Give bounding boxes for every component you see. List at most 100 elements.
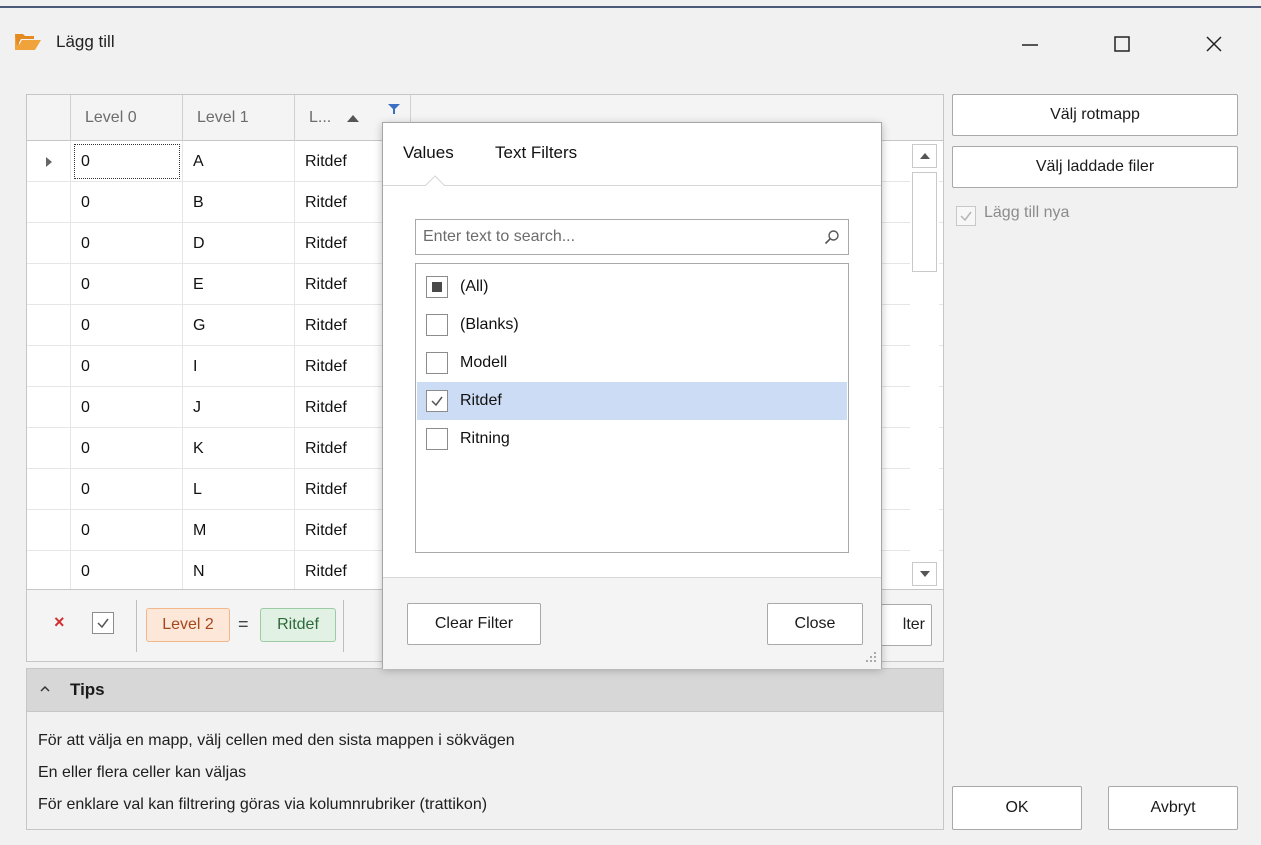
grid-cell-level-1[interactable]: A bbox=[183, 141, 295, 182]
grid-cell-level-0[interactable]: 0 bbox=[71, 551, 183, 589]
row-indicator bbox=[27, 510, 71, 551]
grid-cell-level-1[interactable]: L bbox=[183, 469, 295, 510]
filter-value-label: (All) bbox=[460, 278, 489, 295]
checkmark-icon bbox=[960, 211, 972, 222]
column-header-level-0[interactable]: Level 0 bbox=[71, 95, 183, 141]
filter-value-checkbox[interactable] bbox=[426, 314, 448, 336]
cancel-button[interactable]: Avbryt bbox=[1108, 786, 1238, 830]
choose-root-folder-button[interactable]: Välj rotmapp bbox=[952, 94, 1238, 136]
grid-cell-level-0[interactable]: 0 bbox=[71, 510, 183, 551]
tip-line: För att välja en mapp, välj cellen med d… bbox=[38, 732, 515, 749]
grid-cell-level-1[interactable]: G bbox=[183, 305, 295, 346]
filter-value-item[interactable]: Modell bbox=[417, 344, 847, 382]
grid-cell-level-0[interactable]: 0 bbox=[71, 223, 183, 264]
minimize-button[interactable] bbox=[1006, 24, 1054, 64]
filter-value-label: Ritning bbox=[460, 430, 510, 447]
minimize-icon bbox=[1022, 44, 1038, 46]
row-indicator bbox=[27, 264, 71, 305]
row-indicator bbox=[27, 305, 71, 346]
tip-line: En eller flera celler kan väljas bbox=[38, 764, 247, 781]
filter-search-input[interactable] bbox=[423, 228, 813, 246]
grid-cell-level-1[interactable]: I bbox=[183, 346, 295, 387]
sort-ascending-icon bbox=[347, 115, 359, 122]
grid-cell-level-1[interactable]: J bbox=[183, 387, 295, 428]
scroll-thumb[interactable] bbox=[912, 172, 937, 272]
filter-value-item[interactable]: Ritning bbox=[417, 420, 847, 458]
add-new-label: Lägg till nya bbox=[984, 204, 1070, 221]
clear-filter-x-icon[interactable]: × bbox=[54, 612, 65, 633]
ok-button[interactable]: OK bbox=[952, 786, 1082, 830]
filter-funnel-icon[interactable] bbox=[388, 104, 400, 114]
current-row-arrow-icon bbox=[45, 156, 52, 167]
row-indicator bbox=[27, 346, 71, 387]
row-indicator bbox=[27, 551, 71, 589]
tips-title: Tips bbox=[70, 680, 105, 699]
grid-cell-level-1[interactable]: D bbox=[183, 223, 295, 264]
tip-line: För enklare val kan filtrering göras via… bbox=[38, 796, 488, 813]
tab-values[interactable]: Values bbox=[403, 143, 454, 163]
grid-cell-level-0[interactable]: 0 bbox=[71, 387, 183, 428]
maximize-icon bbox=[1114, 36, 1130, 52]
folder-open-icon bbox=[15, 34, 41, 50]
row-indicator bbox=[27, 428, 71, 469]
grid-cell-level-0[interactable]: 0 bbox=[71, 428, 183, 469]
close-window-button[interactable] bbox=[1190, 24, 1238, 64]
choose-loaded-files-button[interactable]: Välj laddade filer bbox=[952, 146, 1238, 188]
row-indicator bbox=[27, 223, 71, 264]
column-filter-popup: Values Text Filters (All) (Blanks) Modell R… bbox=[382, 122, 882, 669]
row-indicator-header bbox=[27, 95, 71, 141]
clear-filter-button[interactable]: Clear Filter bbox=[407, 603, 541, 645]
chevron-up-icon[interactable] bbox=[40, 684, 50, 694]
close-popup-button[interactable]: Close bbox=[767, 603, 863, 645]
filter-value-item[interactable]: (Blanks) bbox=[417, 306, 847, 344]
indeterminate-icon bbox=[432, 282, 442, 292]
row-indicator bbox=[27, 182, 71, 223]
vertical-scrollbar[interactable] bbox=[910, 142, 939, 588]
tips-header[interactable] bbox=[26, 668, 944, 712]
grid-cell-level-0[interactable]: 0 bbox=[71, 469, 183, 510]
filter-value-item[interactable]: (All) bbox=[417, 268, 847, 306]
filter-value-checkbox[interactable] bbox=[426, 276, 448, 298]
tab-divider bbox=[383, 185, 881, 186]
active-tab-caret bbox=[425, 175, 445, 187]
row-indicator bbox=[27, 469, 71, 510]
filter-value-checkbox[interactable] bbox=[426, 390, 448, 412]
window-title: Lägg till bbox=[56, 32, 115, 51]
grid-cell-level-0[interactable]: 0 bbox=[71, 346, 183, 387]
filter-value-label: Modell bbox=[460, 354, 508, 371]
triangle-down-icon bbox=[919, 571, 930, 577]
filter-field-chip[interactable]: Level 2 bbox=[146, 608, 230, 642]
checkmark-icon bbox=[431, 396, 443, 407]
maximize-button[interactable] bbox=[1098, 24, 1146, 64]
row-indicator bbox=[27, 141, 71, 182]
filter-values-list[interactable]: (All) (Blanks) Modell Ritdef Ritning bbox=[415, 263, 849, 553]
filter-value-checkbox[interactable] bbox=[426, 428, 448, 450]
grid-cell-level-1[interactable]: M bbox=[183, 510, 295, 551]
row-indicator bbox=[27, 387, 71, 428]
focused-cell-outline bbox=[74, 144, 180, 179]
filter-tabs: Values Text Filters bbox=[383, 123, 881, 187]
triangle-up-icon bbox=[919, 153, 930, 159]
grid-cell-level-1[interactable]: K bbox=[183, 428, 295, 469]
grid-cell-level-1[interactable]: N bbox=[183, 551, 295, 589]
title-bar bbox=[0, 8, 1261, 68]
column-header-level-1[interactable]: Level 1 bbox=[183, 95, 295, 141]
grid-cell-level-0[interactable]: 0 bbox=[71, 305, 183, 346]
resize-grip-icon[interactable] bbox=[863, 649, 877, 663]
filter-value-label: (Blanks) bbox=[460, 316, 519, 333]
grid-cell-level-1[interactable]: E bbox=[183, 264, 295, 305]
filter-value-chip[interactable]: Ritdef bbox=[260, 608, 336, 642]
tab-text-filters[interactable]: Text Filters bbox=[495, 143, 577, 163]
filter-value-item[interactable]: Ritdef bbox=[417, 382, 847, 420]
scroll-down-button[interactable] bbox=[912, 562, 937, 586]
add-new-checkbox[interactable] bbox=[956, 206, 976, 226]
filter-value-checkbox[interactable] bbox=[426, 352, 448, 374]
grid-cell-level-0[interactable]: 0 bbox=[71, 264, 183, 305]
window-top-strip bbox=[0, 0, 1261, 8]
filter-search-box[interactable] bbox=[415, 219, 849, 255]
grid-cell-level-0[interactable]: 0 bbox=[71, 182, 183, 223]
filter-enabled-checkbox[interactable] bbox=[92, 612, 114, 634]
grid-cell-level-1[interactable]: B bbox=[183, 182, 295, 223]
filter-operator[interactable]: = bbox=[238, 614, 249, 635]
scroll-up-button[interactable] bbox=[912, 144, 937, 168]
